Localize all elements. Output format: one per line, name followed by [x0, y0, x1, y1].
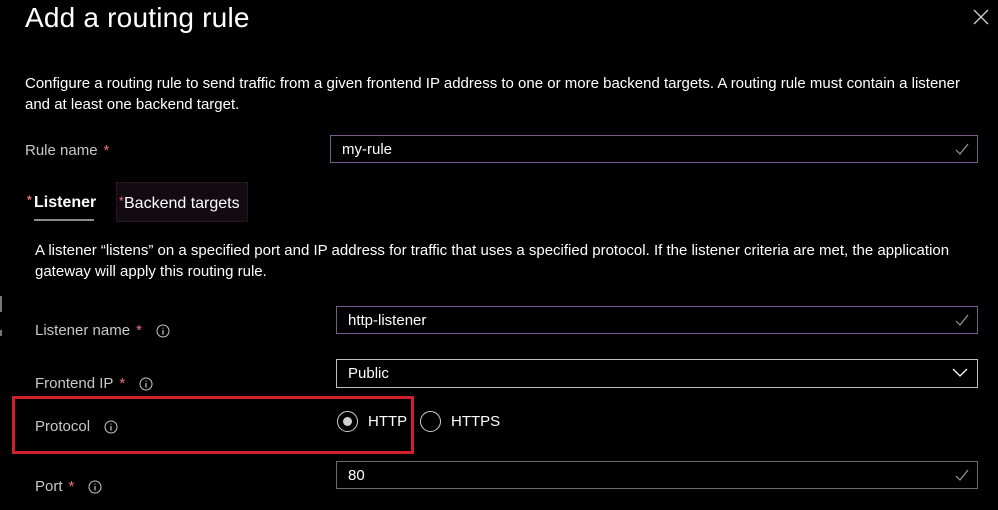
- checkmark-icon: [955, 314, 969, 326]
- panel-title: Add a routing rule: [25, 2, 250, 33]
- info-icon[interactable]: [104, 420, 118, 434]
- listener-description: A listener “listens” on a specified port…: [35, 242, 950, 280]
- tab-backend-targets-label: Backend targets: [124, 195, 240, 212]
- listener-name-value: http-listener: [348, 311, 427, 329]
- tab-listener-label: Listener: [34, 194, 97, 211]
- listener-name-input[interactable]: http-listener: [336, 306, 978, 334]
- required-mark: *: [119, 194, 124, 208]
- close-icon[interactable]: [972, 8, 990, 26]
- rule-name-value: my-rule: [342, 140, 393, 158]
- port-label: Port *: [35, 478, 102, 495]
- close-button[interactable]: [972, 8, 990, 26]
- port-input[interactable]: 80: [336, 461, 978, 489]
- required-mark: *: [27, 193, 32, 207]
- protocol-radio-http[interactable]: HTTP: [337, 411, 407, 432]
- protocol-label-text: Protocol: [35, 418, 91, 435]
- scroll-edge-mark: [0, 330, 2, 336]
- listener-name-label-text: Listener name: [35, 322, 131, 339]
- checkmark-icon: [955, 469, 969, 481]
- frontend-ip-label-text: Frontend IP: [35, 375, 114, 392]
- required-mark: *: [103, 142, 110, 159]
- checkmark-icon: [955, 143, 969, 155]
- required-mark: *: [136, 322, 142, 339]
- info-icon[interactable]: [156, 324, 170, 338]
- protocol-radio-https[interactable]: HTTPS: [420, 411, 500, 432]
- protocol-option-https: HTTPS: [451, 413, 501, 430]
- scroll-edge-mark: [0, 296, 2, 312]
- listener-name-label: Listener name *: [35, 322, 170, 339]
- required-mark: *: [119, 375, 126, 392]
- required-mark: *: [68, 478, 75, 495]
- selected-tab-indicator: [34, 219, 94, 221]
- rule-name-label: Rule name *: [25, 142, 109, 159]
- radio-button-selected[interactable]: [337, 411, 358, 432]
- chevron-down-icon: [952, 368, 968, 377]
- info-icon[interactable]: [88, 480, 102, 494]
- port-value: 80: [348, 466, 365, 484]
- frontend-ip-label: Frontend IP *: [35, 375, 153, 392]
- rule-name-input[interactable]: my-rule: [330, 135, 978, 163]
- rule-name-label-text: Rule name: [25, 142, 98, 159]
- tab-listener[interactable]: * Listener: [27, 193, 97, 212]
- port-label-text: Port: [35, 478, 63, 495]
- radio-button[interactable]: [420, 411, 441, 432]
- frontend-ip-value: Public: [348, 365, 389, 382]
- info-icon[interactable]: [139, 377, 153, 391]
- frontend-ip-dropdown[interactable]: Public: [336, 359, 978, 388]
- panel-description: Configure a routing rule to send traffic…: [25, 75, 960, 113]
- tab-backend-targets[interactable]: * Backend targets: [116, 182, 248, 222]
- protocol-label: Protocol: [35, 418, 118, 435]
- protocol-option-http: HTTP: [368, 413, 408, 430]
